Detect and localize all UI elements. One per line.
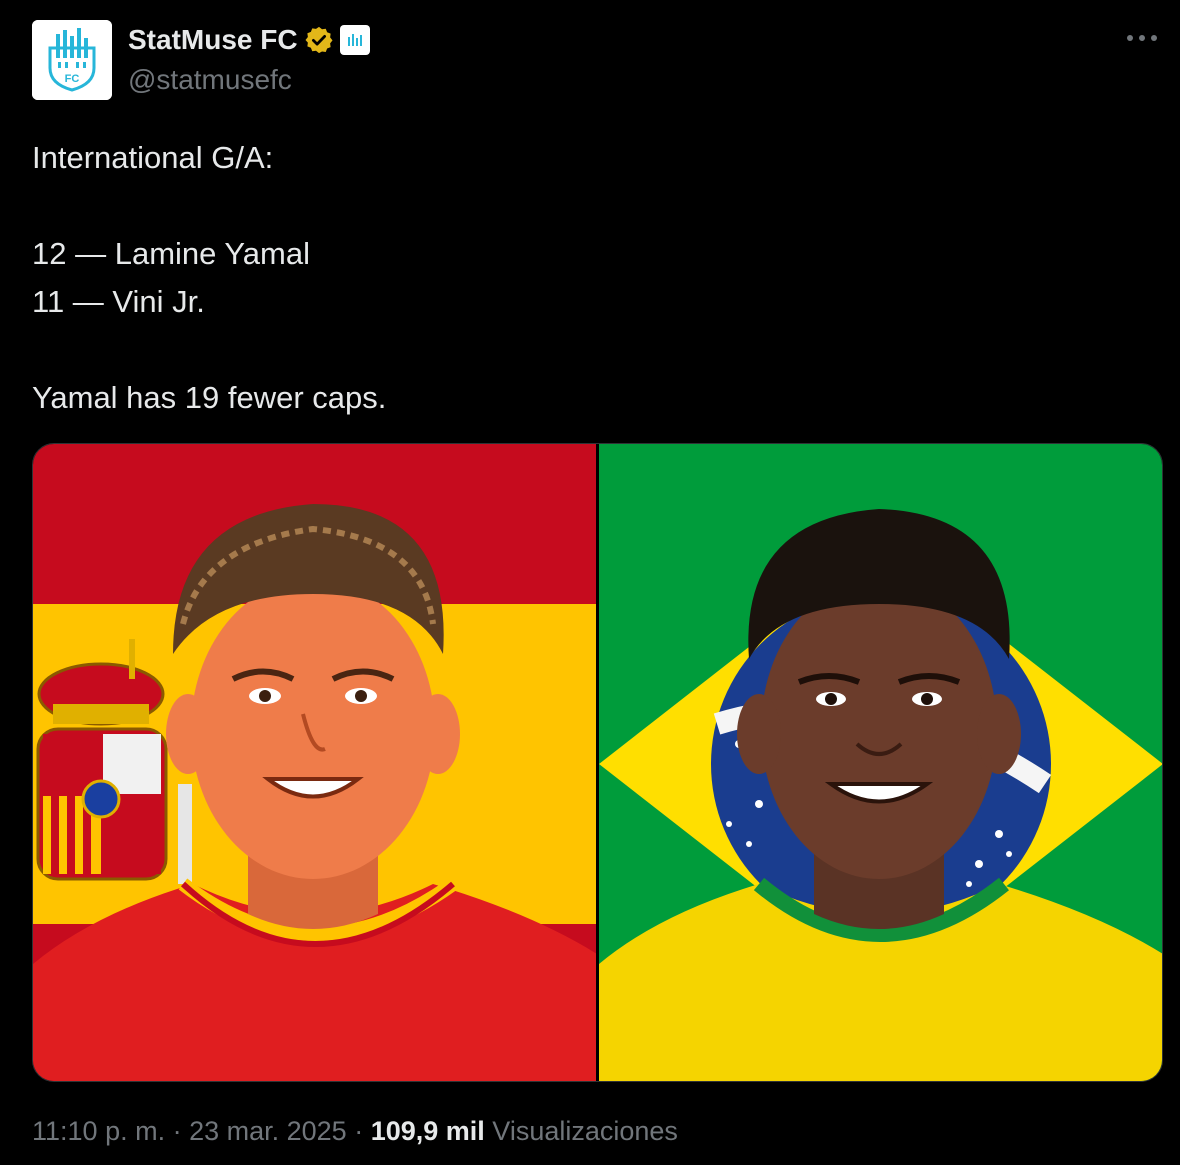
author-handle[interactable]: @statmusefc	[128, 64, 292, 96]
more-options-icon[interactable]	[1122, 24, 1162, 54]
tweet-line: Yamal has 19 fewer caps.	[32, 380, 387, 415]
author-avatar[interactable]: FC	[32, 20, 112, 100]
tweet-media[interactable]	[32, 443, 1163, 1082]
media-image-right[interactable]	[599, 444, 1162, 1081]
tweet-meta: 11:10 p. m. · 23 mar. 2025 · 109,9 mil V…	[32, 1116, 678, 1147]
tweet-line: 11 — Vini Jr.	[32, 284, 205, 319]
views-count[interactable]: 109,9 mil	[371, 1116, 485, 1146]
views-label[interactable]: Visualizaciones	[492, 1116, 678, 1146]
tweet-time[interactable]: 11:10 p. m.	[32, 1116, 165, 1146]
tweet-line: 12 — Lamine Yamal	[32, 236, 311, 271]
verified-badge-icon[interactable]	[304, 25, 334, 55]
tweet-header: FC StatMuse FC @statmusefc	[32, 20, 1162, 100]
meta-separator: ·	[165, 1116, 190, 1146]
tweet-line: International G/A:	[32, 140, 274, 175]
tweet-text: International G/A: 12 — Lamine Yamal 11 …	[32, 134, 1152, 422]
tweet-date[interactable]: 23 mar. 2025	[189, 1116, 347, 1146]
svg-text:FC: FC	[65, 73, 80, 85]
affiliate-logo-icon[interactable]	[339, 25, 370, 55]
author-display-name[interactable]: StatMuse FC	[128, 24, 298, 56]
meta-separator: ·	[346, 1116, 371, 1146]
media-image-left[interactable]	[33, 444, 596, 1081]
